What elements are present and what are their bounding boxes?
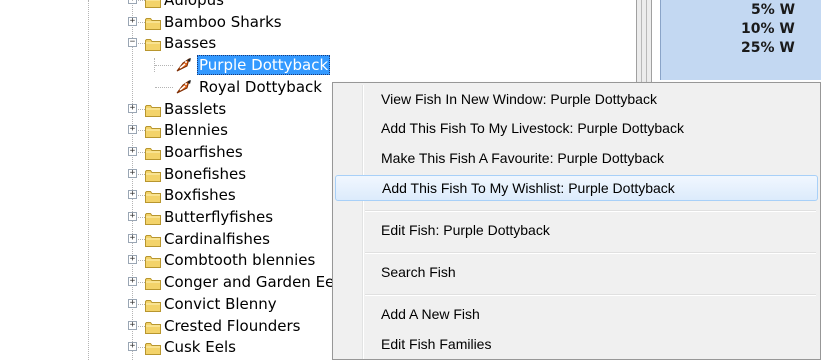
tree-fish-item[interactable]: Purple Dottyback	[0, 55, 636, 76]
tree-item-label: Bamboo Sharks	[164, 12, 282, 31]
tree-folder-item[interactable]: + Bamboo Sharks	[0, 12, 636, 33]
tree-folder-item[interactable]: + Aulopus	[0, 0, 636, 11]
menu-item-label: Edit Fish Families	[381, 336, 492, 352]
menu-item-label: Search Fish	[381, 264, 456, 280]
expand-plus-icon[interactable]: +	[128, 16, 137, 26]
expand-plus-icon[interactable]: +	[128, 233, 137, 243]
menu-item-search-fish[interactable]: Search Fish	[335, 259, 818, 285]
folder-icon	[145, 0, 161, 8]
menu-item-add-to-wishlist[interactable]: Add This Fish To My Wishlist: Purple Dot…	[335, 175, 818, 201]
menu-separator	[365, 252, 816, 254]
folder-icon	[145, 319, 161, 334]
tree-item-label: Combtooth blennies	[164, 251, 316, 270]
expand-plus-icon[interactable]: +	[128, 0, 137, 4]
tree-item-label: Boxfishes	[164, 186, 236, 205]
menu-item-edit-fish-families[interactable]: Edit Fish Families	[335, 331, 818, 357]
folder-icon	[145, 36, 161, 52]
menu-item-view-fish-new-window[interactable]: View Fish In New Window: Purple Dottybac…	[335, 86, 818, 112]
tree-item-label: Crested Flounders	[164, 316, 301, 335]
expand-plus-icon[interactable]: +	[128, 190, 137, 200]
expand-plus-icon[interactable]: +	[128, 146, 137, 156]
expand-plus-icon[interactable]: +	[128, 298, 137, 308]
expand-plus-icon[interactable]: +	[128, 342, 137, 352]
tree-item-label: Bonefishes	[164, 164, 247, 183]
tree-item-label: Cardinalfishes	[164, 229, 270, 248]
tree-item-label: Royal Dottyback	[199, 77, 322, 96]
menu-item-label: Edit Fish: Purple Dottyback	[381, 222, 550, 238]
expand-plus-icon[interactable]: +	[128, 255, 137, 265]
folder-icon	[145, 340, 161, 356]
folder-icon	[145, 210, 161, 225]
tree-item-label: Basses	[164, 34, 217, 53]
expand-plus-icon[interactable]: +	[128, 212, 137, 221]
tree-item-label: Blennies	[164, 121, 228, 140]
menu-item-add-new-fish[interactable]: Add A New Fish	[335, 301, 818, 327]
context-menu: View Fish In New Window: Purple Dottybac…	[332, 82, 821, 360]
menu-separator	[365, 294, 816, 296]
folder-icon	[145, 188, 161, 204]
menu-item-label: View Fish In New Window: Purple Dottybac…	[381, 91, 657, 107]
expand-plus-icon[interactable]: +	[128, 168, 137, 178]
menu-item-label: Make This Fish A Favourite: Purple Dotty…	[381, 150, 664, 166]
tree-item-label: Aulopus	[164, 0, 224, 9]
collapse-minus-icon[interactable]: −	[128, 38, 137, 48]
menu-item-make-favourite[interactable]: Make This Fish A Favourite: Purple Dotty…	[335, 145, 818, 171]
percentage-row: 5% W	[751, 2, 796, 18]
tree-item-label: Cusk Eels	[164, 338, 236, 357]
folder-icon	[145, 102, 161, 117]
fish-icon	[175, 57, 193, 73]
tree-item-label: Conger and Garden Eels	[164, 273, 347, 292]
percentage-row: 10% W	[741, 21, 795, 37]
menu-item-edit-fish[interactable]: Edit Fish: Purple Dottyback	[335, 217, 818, 243]
tree-item-label: Convict Blenny	[164, 294, 277, 313]
percentage-table: 5% W 10% W 25% W	[660, 0, 821, 80]
menu-separator	[365, 210, 816, 212]
menu-item-label: Add A New Fish	[381, 306, 480, 322]
menu-item-label: Add This Fish To My Livestock: Purple Do…	[381, 120, 684, 136]
folder-icon	[145, 275, 161, 291]
folder-icon	[145, 145, 161, 160]
tree-item-label: Purple Dottyback	[197, 55, 331, 76]
fish-icon	[175, 79, 193, 95]
expand-plus-icon[interactable]: +	[128, 277, 137, 287]
menu-item-label: Add This Fish To My Wishlist: Purple Dot…	[382, 180, 675, 196]
tree-item-label: Butterflyfishes	[164, 208, 274, 226]
expand-plus-icon[interactable]: +	[128, 103, 137, 113]
expand-plus-icon[interactable]: +	[128, 125, 137, 135]
folder-icon	[145, 15, 161, 30]
expand-plus-icon[interactable]: +	[128, 320, 137, 330]
menu-item-add-to-livestock[interactable]: Add This Fish To My Livestock: Purple Do…	[335, 115, 818, 141]
tree-item-label: Basslets	[164, 99, 227, 118]
tree-item-label: Boarfishes	[164, 142, 243, 161]
folder-icon	[145, 232, 161, 247]
tree-folder-item[interactable]: − Basses	[0, 33, 636, 54]
folder-icon	[145, 167, 161, 182]
percentage-row: 25% W	[741, 40, 795, 56]
folder-icon	[145, 253, 161, 269]
folder-icon	[145, 297, 161, 312]
folder-icon	[145, 123, 161, 139]
